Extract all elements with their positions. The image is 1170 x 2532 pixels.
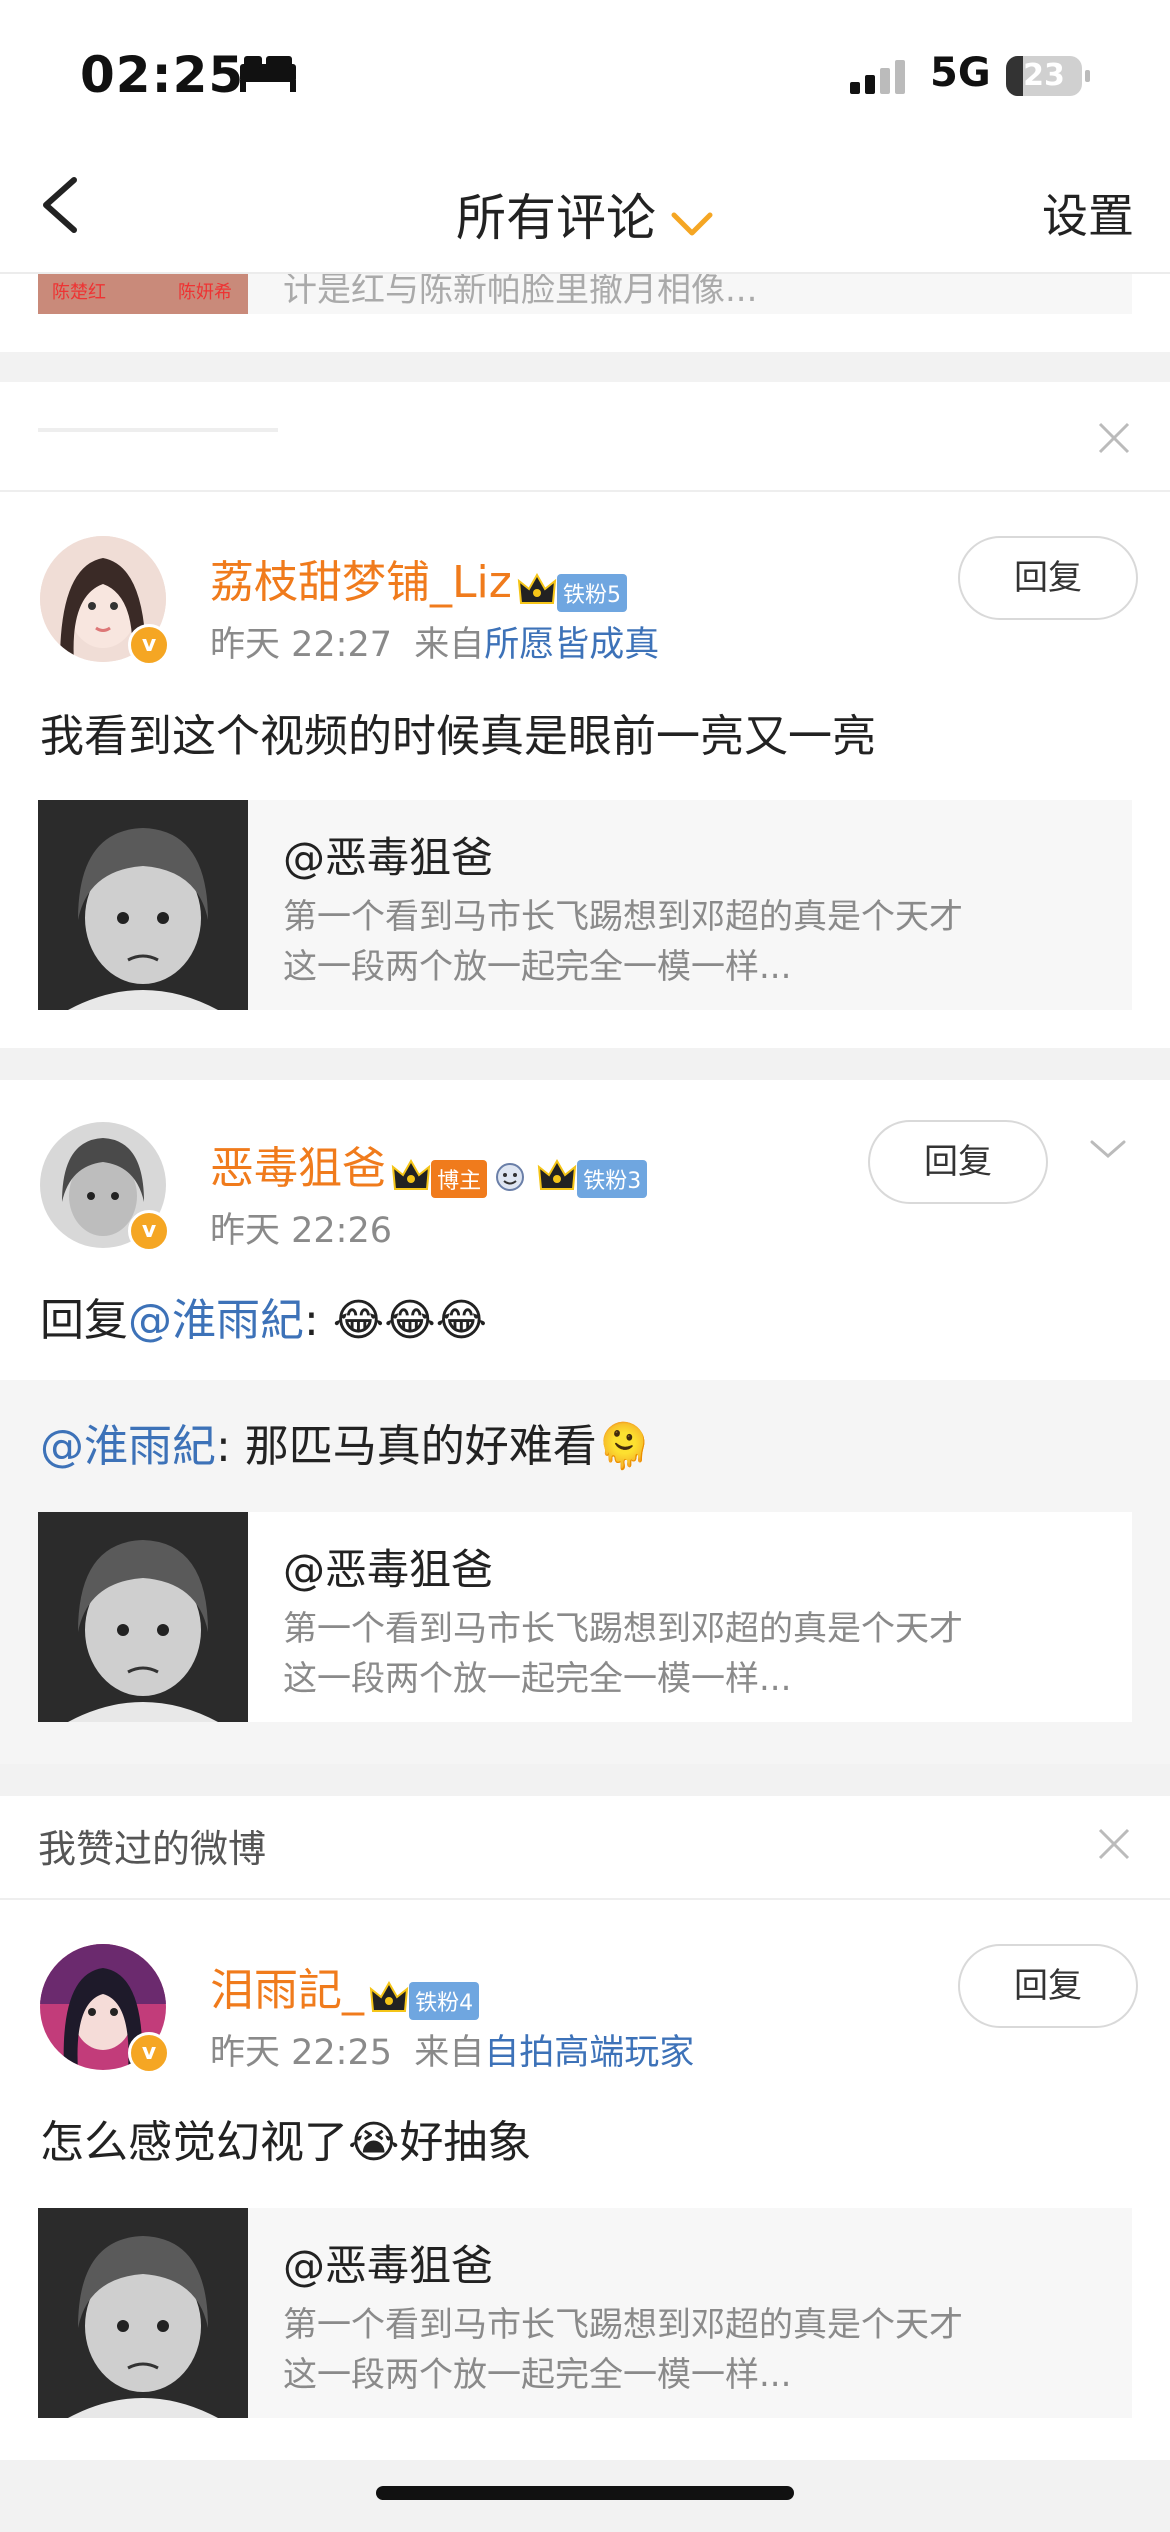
card-line: 这一段两个放一起完全一模一样... [283,2355,792,2395]
comment-meta: 昨天 22:27 来自所愿皆成真 [210,616,659,667]
divider [0,1898,1170,1900]
reply-button[interactable]: 回复 [958,1944,1138,2028]
card-line: 这一段两个放一起完全一模一样... [283,947,792,987]
comment-header: 荔枝甜梦铺_Liz 铁粉5 [210,546,627,613]
section-title-placeholder [38,428,278,432]
card-description: 第一个看到马市长飞踢想到邓超的真是个天才 这一段两个放一起完全一模一样... [283,2300,1103,2400]
card-line: 这一段两个放一起完全一模一样... [283,1659,792,1699]
crown-icon [391,1158,431,1199]
reply-button[interactable]: 回复 [958,536,1138,620]
quoted-text: : 那匹马真的好难看🫠 [216,1421,652,1472]
comment-meta: 昨天 22:26 [210,1202,392,1253]
more-options-chevron-icon[interactable] [1088,1134,1128,1168]
comment-text: 我看到这个视频的时候真是眼前一亮又一亮 [40,711,876,762]
fan-level-badge: 铁粉5 [556,573,627,612]
section-title: 我赞过的微博 [38,1827,267,1871]
card-username: @恶毒狙爸 [283,833,494,882]
username[interactable]: 荔枝甜梦铺_Liz [210,557,512,608]
username[interactable]: 泪雨記_ [210,1965,364,2016]
card-desc: 计是红与陈新帕脸里撤月相像... [283,274,758,310]
comment-text: 怎么感觉幻视了😭好抽象 [40,2117,532,2168]
top-card-remnant[interactable]: 陈楚红 陈妍希 计是红与陈新帕脸里撤月相像... [38,274,1132,314]
source-link[interactable]: 所愿皆成真 [484,625,659,665]
reply-button[interactable]: 回复 [868,1120,1048,1204]
post-thumbnail [38,2208,248,2418]
source-link[interactable]: 自拍高端玩家 [484,2033,694,2073]
section-gap [0,352,1170,382]
crown-icon [369,1980,409,2021]
page-title: 所有评论 [456,189,656,247]
thumb-label: 陈楚红 [52,282,106,303]
comment-filter-dropdown[interactable]: 所有评论 [0,178,1170,251]
reply-prefix: 回复 [40,1295,128,1346]
crown-icon [517,572,557,613]
quoted-comment-text: @淮雨紀: 那匹马真的好难看🫠 [40,1410,652,1474]
card-description: 第一个看到马市长飞踢想到邓超的真是个天才 这一段两个放一起完全一模一样... [283,892,1103,992]
author-badge: 博主 [431,1159,488,1198]
comment-text: 回复@淮雨紀: 😂😂😂 [40,1284,487,1348]
divider [0,490,1170,492]
username[interactable]: 恶毒狙爸 [210,1143,386,1194]
card-line: 第一个看到马市长飞踢想到邓超的真是个天才 [283,897,963,937]
sleep-focus-icon [240,56,296,96]
fan-level-badge: 铁粉4 [409,1981,480,2020]
card-username: @恶毒狙爸 [283,2241,494,2290]
crown-icon [537,1158,577,1199]
thumbnail: 陈楚红 陈妍希 [38,274,248,314]
comment-header: 泪雨記_ 铁粉4 [210,1954,480,2021]
comment-time: 昨天 22:25 [210,2033,392,2073]
mention-link[interactable]: @淮雨紀 [128,1295,304,1346]
card-username: @恶毒狙爸 [283,1545,494,1594]
comment-time: 昨天 22:27 [210,625,392,665]
battery-level: 23 [1023,58,1065,93]
network-label: 5G [930,50,991,96]
settings-button[interactable]: 设置 [1042,180,1134,246]
status-time: 02:25 [80,46,245,104]
quoted-post-card[interactable]: @恶毒狙爸 第一个看到马市长飞踢想到邓超的真是个天才 这一段两个放一起完全一模一样… [38,1512,1132,1722]
chevron-down-icon [670,193,714,251]
quoted-post-card[interactable]: @恶毒狙爸 第一个看到马市长飞踢想到邓超的真是个天才 这一段两个放一起完全一模一样… [38,2208,1132,2418]
battery-icon: 23 [1006,56,1082,96]
fan-level-badge: 铁粉3 [577,1159,648,1198]
card-line: 第一个看到马市长飞踢想到邓超的真是个天才 [283,2305,963,2345]
section-gap [0,1048,1170,1080]
comment-header: 恶毒狙爸 博主 铁粉3 [210,1132,648,1199]
verified-badge-icon: v [128,2032,170,2074]
verified-badge-icon: v [128,624,170,666]
thumb-label: 陈妍希 [178,282,232,303]
quoted-post-card[interactable]: @恶毒狙爸 第一个看到马市长飞踢想到邓超的真是个天才 这一段两个放一起完全一模一样… [38,800,1132,1010]
source-prefix: 来自 [414,625,485,665]
emoji-badge-icon [492,1159,532,1199]
comment-time: 昨天 22:26 [210,1211,392,1251]
battery-nub [1085,70,1090,82]
mention-link[interactable]: @淮雨紀 [40,1421,216,1472]
card-description: 第一个看到马市长飞踢想到邓超的真是个天才 这一段两个放一起完全一模一样... [283,1604,1103,1704]
post-thumbnail [38,800,248,1010]
signal-icon [850,60,910,100]
verified-badge-icon: v [128,1210,170,1252]
comment-meta: 昨天 22:25 来自自拍高端玩家 [210,2024,694,2075]
close-icon[interactable] [1094,1824,1134,1864]
reply-text: : 😂😂😂 [304,1295,488,1346]
section-gap [0,1764,1170,1796]
source-prefix: 来自 [414,2033,485,2073]
close-icon[interactable] [1094,418,1134,458]
card-line: 第一个看到马市长飞踢想到邓超的真是个天才 [283,1609,963,1649]
post-thumbnail [38,1512,248,1722]
home-indicator[interactable] [376,2486,794,2500]
